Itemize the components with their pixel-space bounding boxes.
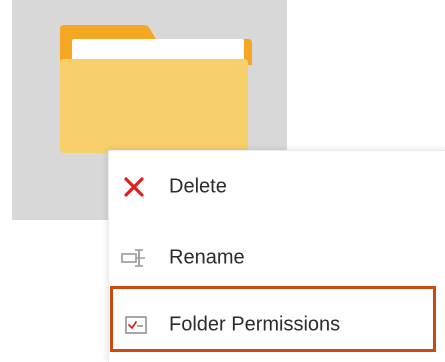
checkbox-permissions-icon bbox=[123, 314, 149, 336]
menu-item-label: Folder Permissions bbox=[169, 313, 341, 336]
menu-item-label: Rename bbox=[169, 246, 245, 269]
menu-item-rename[interactable]: Rename bbox=[109, 232, 445, 284]
menu-item-delete[interactable]: Delete bbox=[109, 161, 445, 213]
context-menu: Delete Rename Folder Permissions bbox=[108, 150, 445, 362]
menu-item-folder-permissions[interactable]: Folder Permissions bbox=[109, 299, 445, 351]
close-icon bbox=[121, 176, 147, 198]
rename-icon bbox=[121, 247, 147, 269]
menu-item-label: Delete bbox=[169, 175, 227, 198]
folder-icon bbox=[60, 25, 252, 153]
